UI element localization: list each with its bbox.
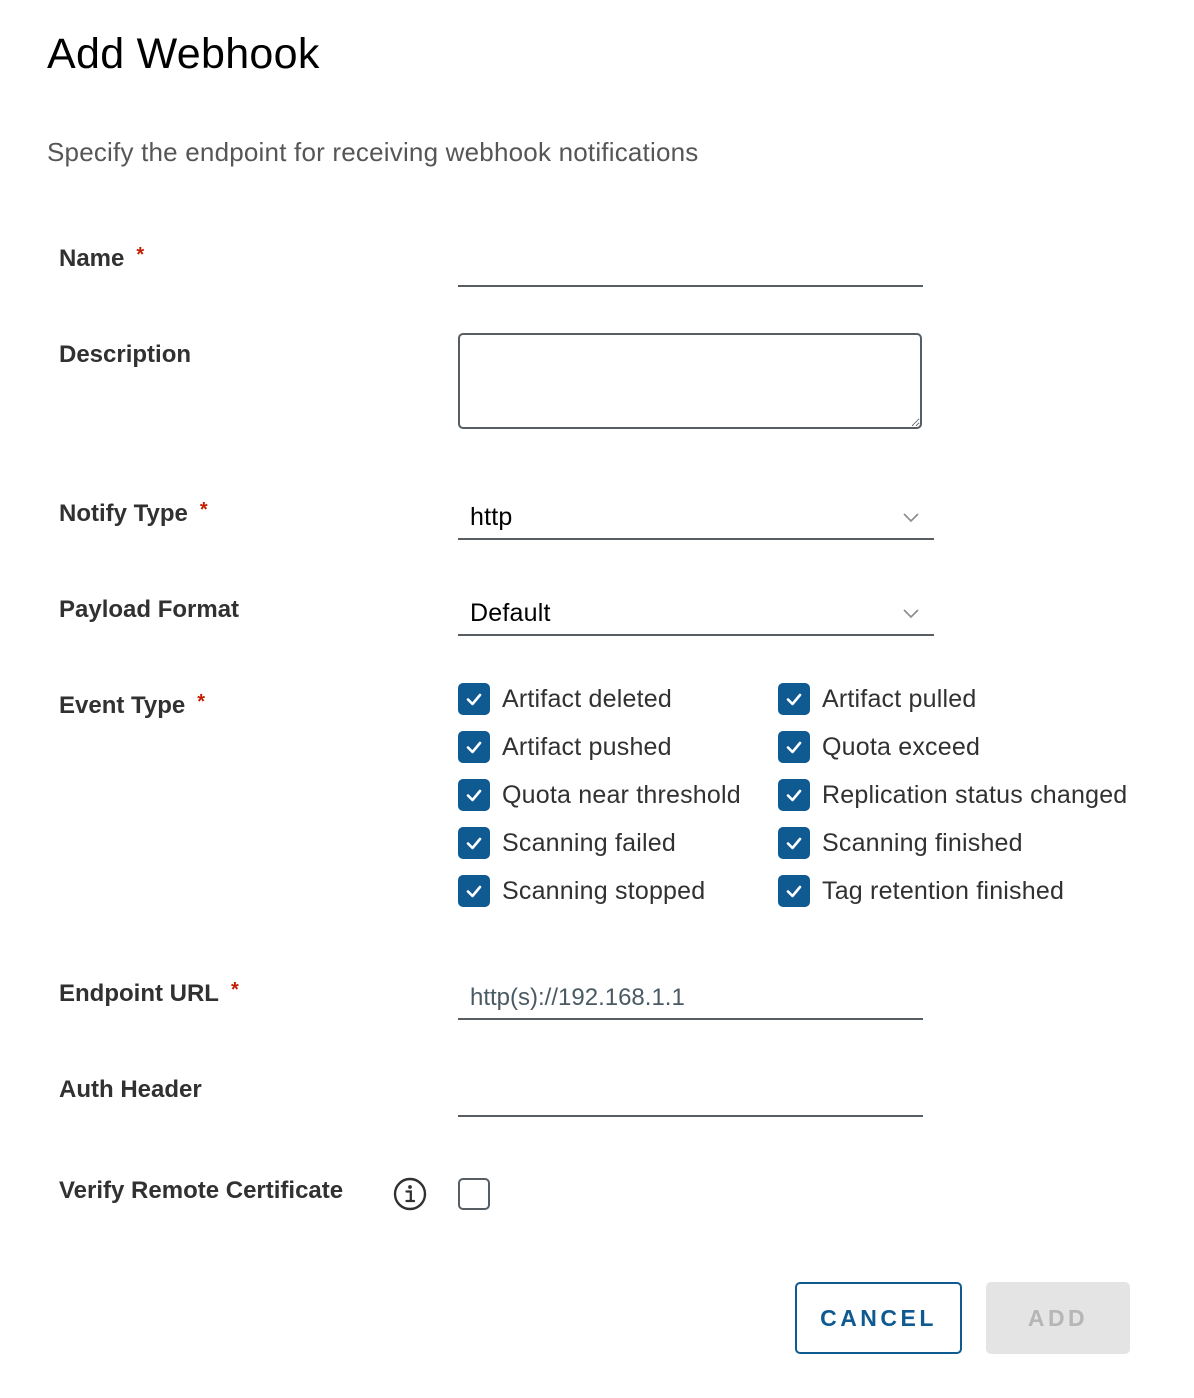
checkbox-checked[interactable] bbox=[458, 875, 490, 907]
description-label: Description bbox=[59, 341, 191, 369]
payload-format-value: Default bbox=[470, 598, 551, 627]
event-label: Scanning failed bbox=[502, 828, 676, 857]
cancel-button[interactable]: CANCEL bbox=[795, 1282, 962, 1354]
checkmark-icon bbox=[466, 837, 482, 850]
event-label: Artifact deleted bbox=[502, 684, 672, 713]
event-checkbox-scanning-stopped[interactable]: Scanning stopped bbox=[458, 875, 778, 907]
verify-remote-certificate-checkbox[interactable] bbox=[458, 1178, 490, 1210]
name-label: Name * bbox=[59, 243, 145, 273]
name-label-text: Name bbox=[59, 245, 125, 272]
checkbox-checked[interactable] bbox=[458, 683, 490, 715]
event-type-checkbox-group: Artifact deleted Artifact pulled Artifac… bbox=[458, 683, 1178, 907]
event-checkbox-scanning-finished[interactable]: Scanning finished bbox=[778, 827, 1178, 859]
required-marker: * bbox=[197, 690, 206, 713]
description-label-text: Description bbox=[59, 341, 192, 368]
notify-type-label: Notify Type * bbox=[59, 498, 208, 528]
checkbox-checked[interactable] bbox=[778, 779, 810, 811]
checkmark-icon bbox=[466, 693, 482, 706]
add-webhook-dialog: Add Webhook Specify the endpoint for rec… bbox=[0, 0, 1194, 1398]
info-icon[interactable] bbox=[393, 1177, 427, 1211]
checkmark-icon bbox=[786, 693, 802, 706]
dialog-subtitle: Specify the endpoint for receiving webho… bbox=[47, 137, 699, 167]
verify-remote-certificate-label-text: Verify Remote Certificate bbox=[59, 1177, 344, 1204]
payload-format-label-text: Payload Format bbox=[59, 596, 240, 623]
event-checkbox-quota-exceed[interactable]: Quota exceed bbox=[778, 731, 1178, 763]
auth-header-input[interactable] bbox=[458, 1075, 923, 1117]
checkbox-checked[interactable] bbox=[778, 731, 810, 763]
event-label: Quota near threshold bbox=[502, 780, 741, 809]
checkmark-icon bbox=[786, 885, 802, 898]
event-checkbox-tag-retention-finished[interactable]: Tag retention finished bbox=[778, 875, 1178, 907]
checkmark-icon bbox=[466, 741, 482, 754]
event-checkbox-scanning-failed[interactable]: Scanning failed bbox=[458, 827, 778, 859]
description-textarea[interactable] bbox=[458, 333, 922, 429]
checkbox-checked[interactable] bbox=[458, 827, 490, 859]
checkmark-icon bbox=[466, 885, 482, 898]
event-label: Scanning finished bbox=[822, 828, 1023, 857]
event-label: Tag retention finished bbox=[822, 876, 1065, 905]
required-marker: * bbox=[136, 243, 145, 266]
dialog-title: Add Webhook bbox=[47, 30, 320, 78]
checkmark-icon bbox=[466, 789, 482, 802]
chevron-down-icon bbox=[903, 609, 919, 619]
event-checkbox-artifact-deleted[interactable]: Artifact deleted bbox=[458, 683, 778, 715]
chevron-down-icon bbox=[903, 513, 919, 523]
payload-format-select[interactable]: Default bbox=[458, 592, 934, 636]
checkmark-icon bbox=[786, 789, 802, 802]
endpoint-url-label-text: Endpoint URL bbox=[59, 980, 219, 1007]
event-checkbox-replication-status-changed[interactable]: Replication status changed bbox=[778, 779, 1178, 811]
required-marker: * bbox=[230, 978, 239, 1001]
checkmark-icon bbox=[786, 741, 802, 754]
notify-type-value: http bbox=[470, 502, 513, 531]
checkbox-checked[interactable] bbox=[458, 731, 490, 763]
checkbox-checked[interactable] bbox=[778, 875, 810, 907]
checkbox-checked[interactable] bbox=[778, 827, 810, 859]
event-label: Replication status changed bbox=[822, 780, 1128, 809]
auth-header-label: Auth Header bbox=[59, 1076, 202, 1104]
add-button[interactable]: ADD bbox=[986, 1282, 1130, 1354]
event-checkbox-artifact-pulled[interactable]: Artifact pulled bbox=[778, 683, 1178, 715]
checkbox-checked[interactable] bbox=[458, 779, 490, 811]
event-type-label-text: Event Type bbox=[59, 692, 186, 719]
event-checkbox-artifact-pushed[interactable]: Artifact pushed bbox=[458, 731, 778, 763]
event-label: Artifact pushed bbox=[502, 732, 672, 761]
endpoint-url-input[interactable] bbox=[458, 978, 923, 1020]
event-label: Quota exceed bbox=[822, 732, 981, 761]
verify-remote-certificate-label: Verify Remote Certificate bbox=[59, 1177, 343, 1205]
name-input[interactable] bbox=[458, 245, 923, 287]
checkbox-checked[interactable] bbox=[778, 683, 810, 715]
notify-type-label-text: Notify Type bbox=[59, 500, 188, 527]
notify-type-select[interactable]: http bbox=[458, 496, 934, 540]
payload-format-label: Payload Format bbox=[59, 596, 239, 624]
required-marker: * bbox=[199, 498, 208, 521]
auth-header-label-text: Auth Header bbox=[59, 1076, 202, 1103]
event-label: Scanning stopped bbox=[502, 876, 706, 905]
event-label: Artifact pulled bbox=[822, 684, 977, 713]
endpoint-url-label: Endpoint URL * bbox=[59, 978, 239, 1008]
event-type-label: Event Type * bbox=[59, 690, 206, 720]
checkmark-icon bbox=[786, 837, 802, 850]
event-checkbox-quota-near-threshold[interactable]: Quota near threshold bbox=[458, 779, 778, 811]
